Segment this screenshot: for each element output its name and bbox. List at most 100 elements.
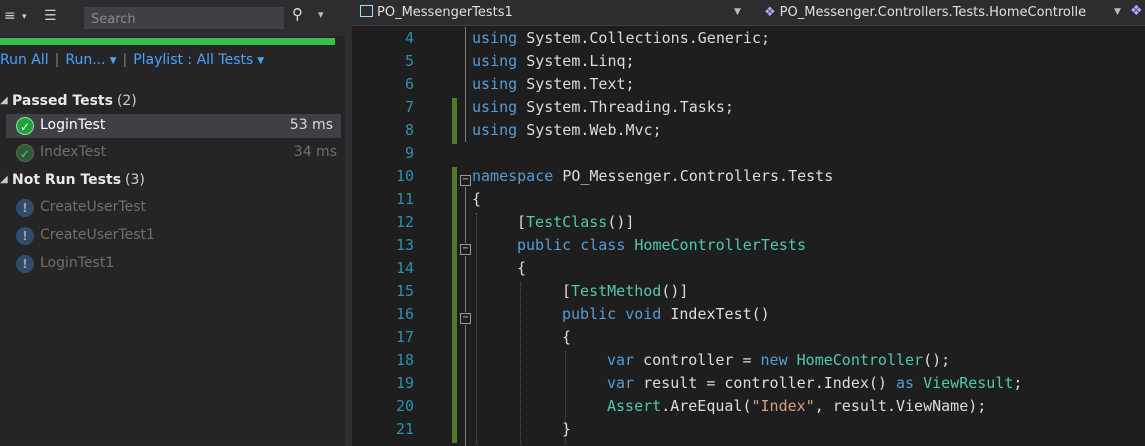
test-item-createusertest[interactable]: ! CreateUserTest: [0, 196, 345, 220]
test-item-indextest[interactable]: ✓ IndexTest 34 ms: [0, 141, 345, 165]
expanded-triangle-icon[interactable]: ◢: [0, 174, 8, 185]
chevron-down-icon: ▼: [109, 56, 117, 66]
chevron-down-icon[interactable]: ▼: [1114, 7, 1121, 17]
code-text: {: [472, 190, 481, 208]
not-run-info-icon: !: [16, 255, 34, 273]
code-text: using System.Web.Mvc;: [472, 121, 662, 139]
not-run-info-icon: !: [16, 227, 34, 245]
change-marker: [452, 167, 457, 190]
change-marker: [452, 305, 457, 328]
passed-check-icon: ✓: [16, 117, 34, 135]
playlist-dropdown[interactable]: Playlist : All Tests ▼: [133, 52, 264, 68]
code-line[interactable]: 10 namespace PO_Messenger.Controllers.Tes…: [352, 167, 1145, 190]
code-line[interactable]: 18 var controller = new HomeController();: [352, 351, 1145, 374]
code-token: System.Web.Mvc;: [526, 121, 662, 139]
code-text: [TestClass()]: [517, 213, 634, 231]
code-token: {: [472, 190, 482, 208]
code-line[interactable]: 20 Assert.AreEqual("Index", result.ViewNa…: [352, 397, 1145, 420]
code-line[interactable]: 16 public void IndexTest(): [352, 305, 1145, 328]
code-editor[interactable]: PO_MessengerTests1 ▼ ❖ PO_Messenger.Contr…: [352, 0, 1145, 446]
code-text: using System.Threading.Tasks;: [472, 98, 734, 116]
code-line[interactable]: 6 using System.Text;: [352, 75, 1145, 98]
code-line[interactable]: 11 {: [352, 190, 1145, 213]
code-text: var controller = new HomeController();: [607, 351, 950, 369]
code-line[interactable]: 12 [TestClass()]: [352, 213, 1145, 236]
code-token: TestMethod: [571, 282, 662, 300]
change-marker: [452, 328, 457, 351]
code-line[interactable]: 14 {: [352, 259, 1145, 282]
code-line[interactable]: 5 using System.Linq;: [352, 52, 1145, 75]
code-token: public: [562, 305, 617, 323]
explorer-commands: Run All | Run... ▼ | Playlist : All Tests ▼: [0, 52, 264, 72]
search-input[interactable]: [85, 9, 283, 30]
code-line[interactable]: 21}: [352, 420, 1145, 443]
code-line[interactable]: 9: [352, 144, 1145, 167]
test-item-createusertest1[interactable]: ! CreateUserTest1: [0, 224, 345, 248]
code-text: }: [562, 420, 571, 438]
line-number: 21: [395, 420, 414, 438]
code-line[interactable]: 17 {: [352, 328, 1145, 351]
test-name: CreateUserTest1: [40, 227, 155, 243]
not-run-tests-group[interactable]: ◢ Not Run Tests (3): [0, 170, 345, 192]
explorer-toolbar: ≡ ▾ ☰ ⚲ ▾: [0, 0, 345, 36]
run-dropdown-label: Run...: [65, 52, 106, 68]
code-token: result = controller.Index(): [643, 374, 896, 392]
line-number: 17: [395, 328, 414, 346]
line-number: 14: [395, 259, 414, 277]
code-token: IndexTest(): [670, 305, 770, 323]
code-line[interactable]: 19 var result = controller.Index() as Vie…: [352, 374, 1145, 397]
code-token: namespace: [472, 167, 554, 185]
run-dropdown[interactable]: Run... ▼: [65, 52, 116, 68]
line-number: 16: [395, 305, 414, 323]
code-token: ()]: [661, 282, 689, 300]
project-dropdown[interactable]: PO_MessengerTests1: [360, 5, 513, 20]
line-number: 20: [395, 397, 414, 415]
search-box[interactable]: [84, 7, 284, 30]
line-number: 10: [395, 167, 414, 185]
expanded-triangle-icon[interactable]: ◢: [0, 95, 8, 106]
code-text: var result = controller.Index() as ViewR…: [607, 374, 1022, 392]
test-name: LoginTest1: [40, 255, 115, 271]
code-token: ViewResult: [923, 374, 1014, 392]
run-all-link[interactable]: Run All: [0, 52, 49, 68]
code-text: using System.Text;: [472, 75, 635, 93]
command-separator: |: [54, 52, 60, 68]
line-number: 7: [404, 98, 414, 116]
member-dropdown-icon[interactable]: ❖: [1130, 3, 1143, 19]
code-text: Assert.AreEqual("Index", result.ViewName…: [607, 397, 986, 415]
pane-splitter[interactable]: [345, 0, 352, 446]
test-name: LoginTest: [40, 117, 106, 133]
test-duration: 53 ms: [289, 117, 333, 133]
code-text: [TestMethod()]: [562, 282, 688, 300]
test-item-logintest1[interactable]: ! LoginTest1: [0, 252, 345, 276]
playlist-dropdown-label: Playlist : All Tests: [133, 52, 254, 68]
test-item-logintest[interactable]: ✓ LoginTest 53 ms: [6, 114, 341, 138]
code-token: ;: [1013, 374, 1023, 392]
change-marker: [452, 259, 457, 282]
code-text: using System.Collections.Generic;: [472, 29, 770, 47]
class-dropdown[interactable]: ❖ PO_Messenger.Controllers.Tests.HomeCont…: [764, 5, 1110, 20]
code-token: class: [580, 236, 626, 254]
code-token: "Index": [751, 397, 815, 415]
not-run-info-icon: !: [16, 199, 34, 217]
code-line[interactable]: 7 using System.Threading.Tasks;: [352, 98, 1145, 121]
passed-tests-group[interactable]: ◢ Passed Tests (2): [0, 91, 345, 113]
list-icon[interactable]: ☰: [44, 8, 57, 24]
code-token: .AreEqual(: [661, 397, 752, 415]
code-area[interactable]: − − − 4 using System.Collections.Generic;…: [352, 27, 1145, 446]
code-line[interactable]: 13 public class HomeControllerTests: [352, 236, 1145, 259]
chevron-down-icon[interactable]: ▼: [734, 7, 741, 17]
group-by-dropdown-icon[interactable]: ▾: [22, 12, 27, 22]
change-marker: [452, 374, 457, 397]
code-token: using: [472, 29, 518, 47]
change-marker: [452, 213, 457, 236]
code-token: Assert: [607, 397, 662, 415]
code-token: HomeController: [796, 351, 924, 369]
code-line[interactable]: 15 [TestMethod()]: [352, 282, 1145, 305]
group-by-icon[interactable]: ≡: [4, 8, 16, 24]
search-options-dropdown-icon[interactable]: ▾: [318, 8, 324, 21]
search-icon[interactable]: ⚲: [292, 5, 303, 23]
code-line[interactable]: 8 using System.Web.Mvc;: [352, 121, 1145, 144]
code-line[interactable]: 4 using System.Collections.Generic;: [352, 29, 1145, 52]
line-number: 12: [395, 213, 414, 231]
